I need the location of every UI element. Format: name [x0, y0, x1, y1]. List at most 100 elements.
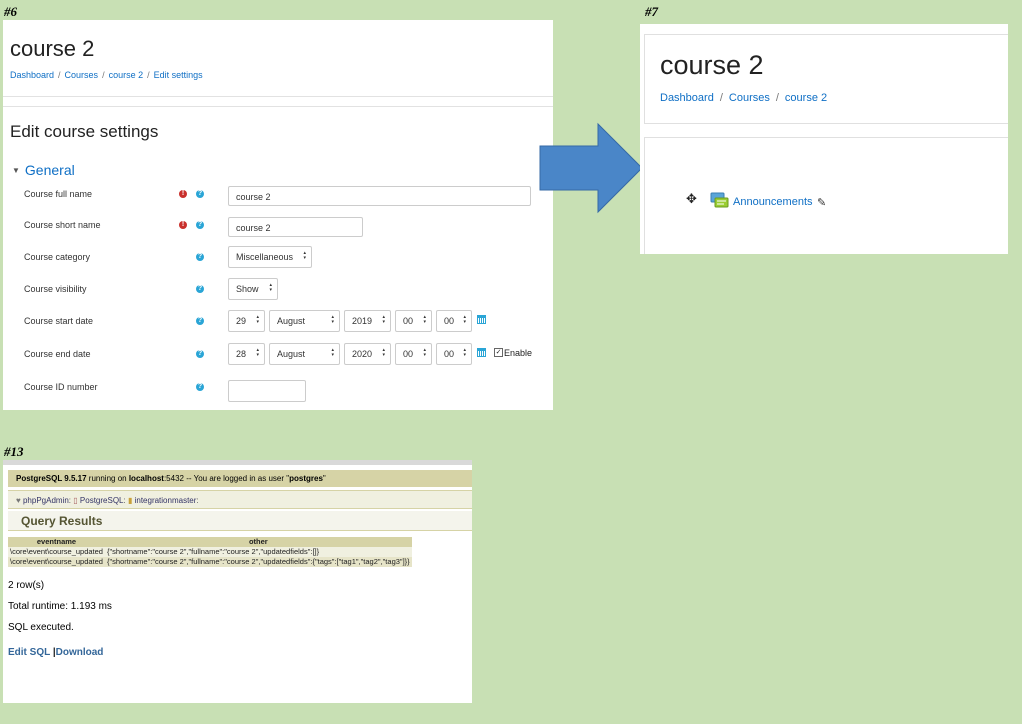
exclamation-circle-icon: !: [179, 190, 187, 198]
course-page-panel: course 2 Dashboard / Courses / course 2 ✥ An…: [640, 24, 1008, 254]
end-hour-select[interactable]: 00: [395, 343, 432, 365]
form-heading: Edit course settings: [10, 122, 159, 141]
download-link[interactable]: Download: [56, 647, 104, 658]
breadcrumb-course[interactable]: course 2: [109, 70, 144, 80]
breadcrumb-separator: /: [775, 92, 779, 104]
question-circle-icon[interactable]: ?: [196, 383, 204, 391]
shortname-input[interactable]: course 2: [228, 217, 363, 237]
edit-course-panel: course 2 Dashboard / Courses / course 2/Edit…: [3, 20, 553, 410]
breadcrumb-separator: /: [58, 70, 61, 80]
table-cell: {"shortname":"course 2","fullname":"cour…: [104, 557, 412, 567]
breadcrumb-edit-settings[interactable]: Edit settings: [154, 70, 203, 80]
end-day-select[interactable]: 28: [228, 343, 265, 365]
info-text: running on: [86, 474, 129, 483]
start-year-select[interactable]: 2019: [344, 310, 391, 332]
field-label: Course ID number: [24, 382, 98, 392]
breadcrumb-course[interactable]: course 2: [785, 92, 827, 104]
forum-icon: [710, 192, 729, 208]
page-title: course 2: [660, 50, 764, 80]
trail-separator: :: [68, 496, 72, 505]
phppgadmin-icon: ♥: [16, 496, 21, 505]
question-circle-icon[interactable]: ?: [196, 317, 204, 325]
panel-tag-7: #7: [645, 4, 658, 19]
question-circle-icon[interactable]: ?: [196, 285, 204, 293]
trail-database[interactable]: integrationmaster: [135, 496, 197, 505]
trail-phppgadmin[interactable]: phpPgAdmin: [23, 496, 69, 505]
visibility-select[interactable]: Show: [228, 278, 278, 300]
breadcrumb-dashboard[interactable]: Dashboard: [660, 92, 714, 104]
login-user: postgres: [289, 474, 323, 483]
phppgadmin-panel: PostgreSQL 9.5.17 running on localhost:5…: [3, 460, 472, 703]
start-day-select[interactable]: 29: [228, 310, 265, 332]
edit-sql-link[interactable]: Edit SQL: [8, 647, 50, 658]
end-month-select[interactable]: August: [269, 343, 340, 365]
breadcrumb-courses[interactable]: Courses: [65, 70, 99, 80]
field-row-shortname: Course short name ! ? course 2: [3, 217, 553, 244]
breadcrumb: Dashboard / Courses / course 2/Edit settings: [10, 70, 203, 80]
caret-down-icon: ▼: [12, 166, 20, 175]
breadcrumb-courses[interactable]: Courses: [729, 92, 770, 104]
total-runtime: Total runtime: 1.193 ms: [8, 601, 112, 612]
announcements-link[interactable]: Announcements: [733, 196, 813, 208]
info-text: ": [322, 474, 326, 483]
calendar-icon[interactable]: [477, 348, 486, 357]
enable-label: Enable: [504, 348, 533, 358]
column-header: eventname: [8, 537, 105, 547]
exclamation-circle-icon: !: [179, 221, 187, 229]
table-row: \core\event\course_updated {"shortname":…: [8, 557, 412, 567]
trail-bar: ♥ phpPgAdmin: ▯ PostgreSQL: ▮ integratio…: [8, 490, 472, 509]
query-results-header: Query Results: [8, 511, 472, 531]
breadcrumb-separator: /: [719, 92, 723, 104]
field-row-visibility: Course visibility ? Show: [3, 278, 553, 308]
field-row-idnumber: Course ID number ?: [3, 380, 553, 406]
table-row: \core\event\course_updated {"shortname":…: [8, 547, 412, 557]
category-select[interactable]: Miscellaneous: [228, 246, 312, 268]
page-title: course 2: [10, 36, 95, 61]
pencil-icon[interactable]: ✎: [817, 196, 826, 209]
move-icon[interactable]: ✥: [686, 191, 697, 207]
breadcrumb-separator: /: [102, 70, 105, 80]
field-row-startdate: Course start date ? 29 August 2019 00 00: [3, 310, 553, 340]
start-hour-select[interactable]: 00: [395, 310, 432, 332]
table-cell: \core\event\course_updated: [8, 557, 105, 567]
sql-status: SQL executed.: [8, 622, 74, 633]
breadcrumb: Dashboard / Courses / course 2: [660, 92, 827, 104]
start-minute-select[interactable]: 00: [436, 310, 472, 332]
calendar-icon[interactable]: [477, 315, 486, 324]
server-icon: ▯: [73, 496, 78, 505]
question-circle-icon[interactable]: ?: [196, 350, 204, 358]
row-count: 2 row(s): [8, 580, 45, 591]
trail-separator: :: [196, 496, 199, 505]
table-cell: {"shortname":"course 2","fullname":"cour…: [104, 547, 412, 557]
table-cell: \core\event\course_updated: [8, 547, 105, 557]
query-results-title: Query Results: [21, 514, 103, 528]
end-minute-select[interactable]: 00: [436, 343, 472, 365]
database-icon: ▮: [127, 496, 133, 505]
question-circle-icon[interactable]: ?: [196, 190, 204, 198]
server-host: localhost: [128, 474, 164, 483]
field-label: Course visibility: [24, 284, 87, 294]
section-general-label: General: [24, 162, 75, 178]
divider: [3, 96, 553, 97]
trail-postgresql[interactable]: PostgreSQL: [80, 496, 124, 505]
question-circle-icon[interactable]: ?: [196, 221, 204, 229]
field-row-category: Course category ? Miscellaneous: [3, 246, 553, 276]
server-version: PostgreSQL 9.5.17: [16, 474, 87, 483]
idnumber-input[interactable]: [228, 380, 306, 402]
breadcrumb-dashboard[interactable]: Dashboard: [10, 70, 54, 80]
table-header-row: eventname other: [8, 537, 412, 547]
info-text: :5432 -- You are logged in as user ": [163, 474, 290, 483]
field-row-fullname: Course full name ! ? course 2: [3, 186, 553, 213]
window-top-bar: [3, 460, 472, 465]
divider: [3, 106, 553, 107]
results-table: eventname other \core\event\course_updat…: [8, 537, 412, 567]
field-label: Course full name: [24, 189, 93, 199]
fullname-input[interactable]: course 2: [228, 186, 531, 206]
section-general-toggle[interactable]: ▼ General: [12, 162, 75, 178]
question-circle-icon[interactable]: ?: [196, 253, 204, 261]
column-header: other: [104, 537, 412, 547]
end-year-select[interactable]: 2020: [344, 343, 391, 365]
start-month-select[interactable]: August: [269, 310, 340, 332]
enable-checkbox[interactable]: ✓: [494, 348, 503, 357]
panel-tag-6: #6: [4, 4, 17, 19]
